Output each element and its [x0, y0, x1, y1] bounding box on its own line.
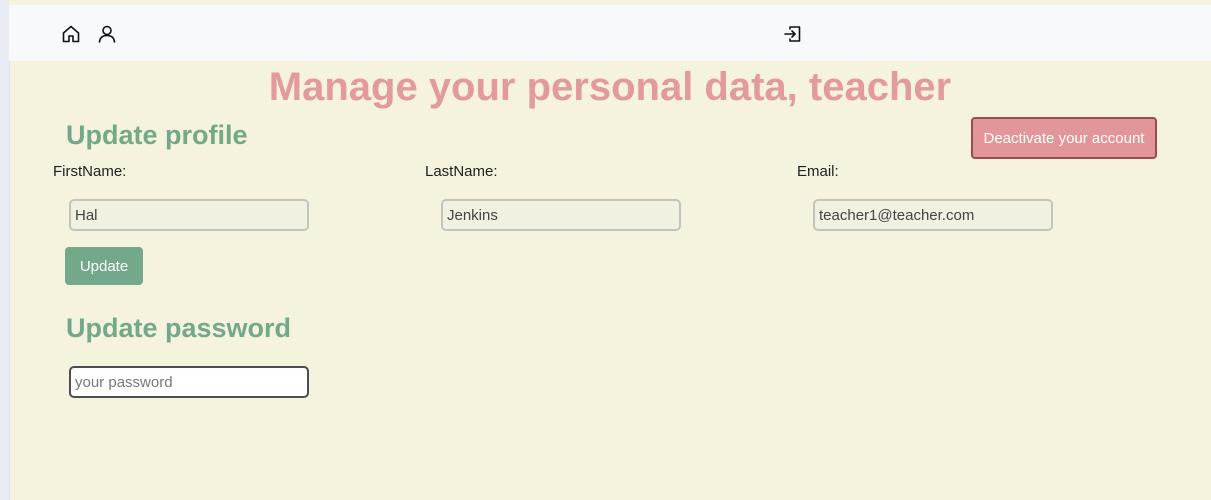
- first-name-input[interactable]: [69, 199, 309, 231]
- home-icon[interactable]: [61, 24, 81, 44]
- update-profile-heading: Update profile: [66, 120, 248, 150]
- email-label: Email:: [797, 163, 839, 180]
- first-name-label: FirstName:: [53, 163, 127, 180]
- navbar: [9, 5, 1211, 61]
- last-name-input[interactable]: [441, 199, 681, 231]
- login-icon[interactable]: [783, 24, 803, 44]
- deactivate-account-button[interactable]: Deactivate your account: [971, 117, 1157, 159]
- password-input[interactable]: [69, 366, 309, 398]
- page-title: Manage your personal data, teacher: [268, 65, 952, 109]
- user-icon[interactable]: [97, 24, 117, 44]
- email-input[interactable]: [813, 199, 1053, 231]
- last-name-label: LastName:: [425, 163, 498, 180]
- update-profile-button[interactable]: Update: [65, 247, 143, 285]
- update-password-heading: Update password: [66, 313, 292, 343]
